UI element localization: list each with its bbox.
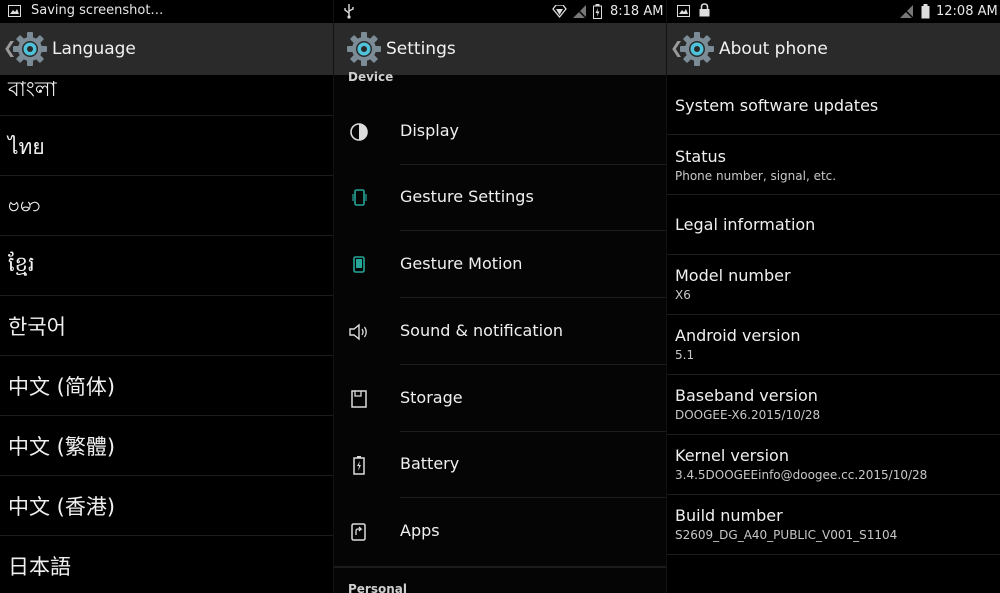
language-label: 中文 (简体) xyxy=(8,375,116,399)
divider xyxy=(400,230,666,231)
language-label: বাংলা xyxy=(8,77,57,101)
about-item-legal[interactable]: Legal information xyxy=(667,195,1000,255)
about-item-title: Model number xyxy=(675,266,791,285)
about-item-title: Status xyxy=(675,147,726,166)
about-item-build-number[interactable]: Build number S2609_DG_A40_PUBLIC_V001_S1… xyxy=(667,495,1000,555)
about-item-subtitle: Phone number, signal, etc. xyxy=(675,169,837,183)
usb-icon xyxy=(344,4,354,19)
about-item-title: Legal information xyxy=(675,215,816,234)
language-label: 日本語 xyxy=(8,555,71,579)
about-item-android-version[interactable]: Android version 5.1 xyxy=(667,315,1000,375)
language-label: 中文 (繁體) xyxy=(8,435,116,459)
settings-item-sound[interactable]: Sound & notification xyxy=(334,299,666,365)
divider xyxy=(400,364,666,365)
settings-item-gesture-settings[interactable]: Gesture Settings xyxy=(334,165,666,231)
page-title: Settings xyxy=(386,39,456,59)
about-item-kernel[interactable]: Kernel version 3.4.5DOOGEEinfo@doogee.cc… xyxy=(667,435,1000,495)
language-item[interactable]: 한국어 xyxy=(0,296,333,356)
settings-item-label: Apps xyxy=(400,521,440,540)
about-item-value: S2609_DG_A40_PUBLIC_V001_S1104 xyxy=(675,528,898,542)
no-sim-icon xyxy=(573,5,586,18)
language-label: ဗမာ xyxy=(8,192,41,216)
language-label: 中文 (香港) xyxy=(8,495,116,519)
settings-gear-icon[interactable] xyxy=(346,31,382,67)
about-item-value: 5.1 xyxy=(675,348,695,362)
section-divider xyxy=(334,566,666,568)
settings-item-label: Storage xyxy=(400,388,463,407)
about-item-title: System software updates xyxy=(675,96,879,115)
lock-icon xyxy=(699,3,710,17)
battery-charging-icon xyxy=(593,4,602,19)
settings-item-label: Display xyxy=(400,121,459,140)
about-item-status[interactable]: Status Phone number, signal, etc. xyxy=(667,135,1000,195)
language-item[interactable]: 中文 (繁體) xyxy=(0,416,333,476)
status-bar: 8:18 AM xyxy=(334,0,666,23)
battery-icon xyxy=(921,4,930,19)
settings-item-label: Gesture Settings xyxy=(400,187,534,206)
language-item[interactable]: ไทย xyxy=(0,116,333,176)
section-header-personal: Personal xyxy=(348,582,407,593)
language-label: 한국어 xyxy=(8,315,66,339)
settings-gear-icon[interactable] xyxy=(679,31,715,67)
phone-gesture-icon xyxy=(352,189,367,206)
language-screen: Saving screenshot… ❮ Language বাংলা ไทย … xyxy=(0,0,333,593)
settings-item-gesture-motion[interactable]: Gesture Motion xyxy=(334,232,666,298)
app-bar: ❮ About phone xyxy=(667,23,1000,75)
about-item-title: Kernel version xyxy=(675,446,789,465)
about-item-baseband[interactable]: Baseband version DOOGEE-X6.2015/10/28 xyxy=(667,375,1000,435)
about-item-title: Android version xyxy=(675,326,801,345)
language-label: ไทย xyxy=(8,135,45,159)
language-label: ខ្មែរ xyxy=(8,252,35,276)
about-item-value: DOOGEE-X6.2015/10/28 xyxy=(675,408,821,422)
settings-item-display[interactable]: Display xyxy=(334,99,666,165)
settings-item-storage[interactable]: Storage xyxy=(334,366,666,432)
status-bar: 12:08 AM xyxy=(667,0,1000,23)
settings-item-apps[interactable]: Apps xyxy=(334,499,666,565)
language-item[interactable]: বাংলা xyxy=(0,56,333,116)
language-item[interactable]: 中文 (简体) xyxy=(0,356,333,416)
language-item[interactable]: ខ្មែរ xyxy=(0,236,333,296)
about-item-title: Baseband version xyxy=(675,386,818,405)
phone-motion-icon xyxy=(353,256,365,273)
about-item-title: Build number xyxy=(675,506,783,525)
status-text: Saving screenshot… xyxy=(31,3,164,18)
status-bar: Saving screenshot… xyxy=(0,0,333,23)
about-phone-screen: 12:08 AM ❮ About phone System software u… xyxy=(667,0,1000,593)
settings-item-label: Sound & notification xyxy=(400,321,564,340)
about-item-value: X6 xyxy=(675,288,691,302)
image-notification-icon xyxy=(677,5,690,17)
settings-item-battery[interactable]: Battery xyxy=(334,432,666,498)
signal-gem-icon xyxy=(552,5,567,18)
apps-icon xyxy=(351,523,366,541)
clock: 12:08 AM xyxy=(936,4,998,19)
image-notification-icon xyxy=(8,5,21,17)
divider xyxy=(400,497,666,498)
language-item[interactable]: 日本語 xyxy=(0,536,333,593)
settings-item-label: Battery xyxy=(400,454,460,473)
page-title: About phone xyxy=(719,39,828,59)
language-item[interactable]: ဗမာ xyxy=(0,176,333,236)
storage-icon xyxy=(351,390,367,408)
settings-item-label: Gesture Motion xyxy=(400,254,523,273)
about-item-system-updates[interactable]: System software updates xyxy=(667,75,1000,135)
settings-screen: 8:18 AM Settings Device Display Gesture … xyxy=(334,0,666,593)
divider xyxy=(400,297,666,298)
app-bar: Settings xyxy=(334,23,666,75)
language-item[interactable]: 中文 (香港) xyxy=(0,476,333,536)
brightness-icon xyxy=(350,123,368,141)
about-item-model[interactable]: Model number X6 xyxy=(667,255,1000,315)
clock: 8:18 AM xyxy=(610,4,664,19)
section-header-device: Device xyxy=(348,70,394,84)
battery-icon xyxy=(353,456,365,475)
about-item-value: 3.4.5DOOGEEinfo@doogee.cc.2015/10/28 xyxy=(675,468,928,482)
speaker-icon xyxy=(349,323,367,341)
no-sim-icon xyxy=(900,5,913,18)
